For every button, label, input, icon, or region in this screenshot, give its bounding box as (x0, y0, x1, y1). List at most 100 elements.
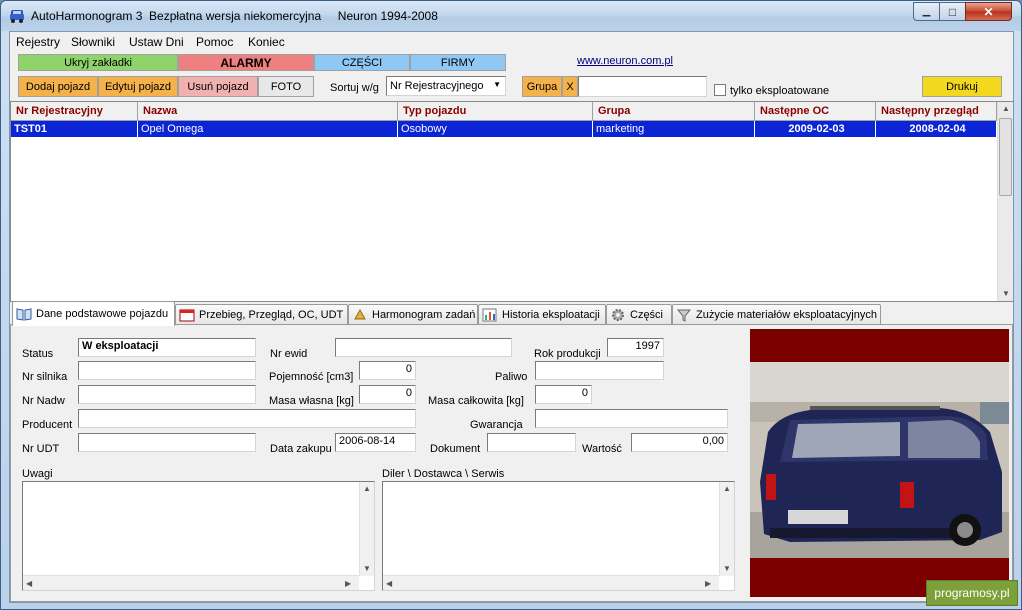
diler-memo[interactable]: ▲ ▼ ◀ ▶ (382, 481, 735, 591)
maximize-button[interactable]: □ (939, 2, 966, 21)
menu-ustaw-dni[interactable]: Ustaw Dni (129, 35, 184, 49)
tab-consumables[interactable]: Zużycie materiałów eksploatacyjnych (672, 304, 881, 325)
close-icon: ✕ (983, 4, 994, 19)
col-header-group[interactable]: Grupa (593, 102, 755, 121)
group-field[interactable] (578, 76, 707, 97)
hide-tabs-button[interactable]: Ukryj zakładki (18, 54, 178, 71)
vehicle-photo-frame[interactable] (750, 329, 1009, 597)
tab-schedule-label: Harmonogram zadań (372, 309, 476, 321)
table-row[interactable]: TST01 Opel Omega Osobowy marketing 2009-… (11, 121, 997, 137)
scroll-down-icon[interactable]: ▼ (363, 564, 371, 573)
chevron-down-icon: ▼ (493, 80, 501, 89)
gwarancja-label: Gwarancja (470, 419, 523, 431)
status-label: Status (22, 348, 54, 360)
cell-name: Opel Omega (138, 121, 398, 137)
producent-field[interactable] (78, 409, 416, 428)
tab-history[interactable]: Historia eksploatacji (478, 304, 606, 325)
menu-rejestry[interactable]: Rejestry (16, 35, 60, 49)
tab-schedule[interactable]: Harmonogram zadań (348, 304, 478, 325)
masa-wlasna-label: Masa własna [kg] (269, 395, 354, 407)
wartosc-label: Wartość (582, 443, 622, 455)
app-car-icon (9, 8, 25, 24)
menu-pomoc[interactable]: Pomoc (196, 35, 233, 49)
nr-silnika-label: Nr silnika (22, 371, 68, 383)
title-bar[interactable]: AutoHarmonogram 3 Bezpłatna wersja nieko… (1, 1, 1021, 31)
app-window: AutoHarmonogram 3 Bezpłatna wersja nieko… (0, 0, 1022, 610)
scroll-up-icon[interactable]: ▲ (723, 484, 731, 493)
data-zakupu-label: Data zakupu (270, 443, 332, 455)
bell-icon (352, 308, 368, 322)
masa-wlasna-field[interactable]: 0 (359, 385, 416, 404)
diler-hscroll[interactable]: ◀ ▶ (383, 575, 719, 590)
edit-vehicle-button[interactable]: Edytuj pojazd (98, 76, 178, 97)
scroll-left-icon[interactable]: ◀ (26, 579, 32, 588)
tab-mileage-label: Przebieg, Przegląd, OC, UDT (199, 309, 344, 321)
menu-koniec[interactable]: Koniec (248, 35, 285, 49)
cell-group: marketing (593, 121, 755, 137)
tab-basic-data[interactable]: Dane podstawowe pojazdu (12, 301, 175, 326)
col-header-next-oc[interactable]: Następne OC (755, 102, 876, 121)
nr-ewid-field[interactable] (335, 338, 512, 357)
rok-produkcji-label: Rok produkcji (534, 348, 601, 360)
col-header-reg[interactable]: Nr Rejestracyjny (11, 102, 138, 121)
col-header-next-inspection[interactable]: Następny przegląd (876, 102, 997, 121)
scroll-up-icon[interactable]: ▲ (363, 484, 371, 493)
status-field[interactable]: W eksploatacji (78, 338, 256, 357)
nr-nadw-label: Nr Nadw (22, 395, 65, 407)
dokument-field[interactable] (487, 433, 576, 452)
grid-scrollbar[interactable]: ▲ ▼ (997, 102, 1013, 301)
tab-mileage[interactable]: Przebieg, Przegląd, OC, UDT (175, 304, 348, 325)
scroll-down-icon[interactable]: ▼ (723, 564, 731, 573)
filter-icon (676, 308, 692, 322)
website-link[interactable]: www.neuron.com.pl (577, 55, 673, 67)
only-operated-checkbox[interactable] (714, 84, 726, 96)
chart-icon (482, 308, 498, 322)
firms-button[interactable]: FIRMY (410, 54, 506, 71)
cell-next-oc: 2009-02-03 (755, 121, 876, 137)
scroll-right-icon[interactable]: ▶ (345, 579, 351, 588)
gear-icon (610, 308, 626, 322)
only-operated-label: tylko eksploatowane (730, 85, 830, 97)
scroll-right-icon[interactable]: ▶ (705, 579, 711, 588)
scroll-down-icon[interactable]: ▼ (1002, 289, 1010, 298)
col-header-name[interactable]: Nazwa (138, 102, 398, 121)
wartosc-field[interactable]: 0,00 (631, 433, 728, 452)
vehicles-grid: Nr Rejestracyjny Nazwa Typ pojazdu Grupa… (10, 101, 1013, 302)
data-zakupu-field[interactable]: 2006-08-14 (335, 433, 416, 452)
nr-udt-field[interactable] (78, 433, 256, 452)
group-label-button[interactable]: Grupa (522, 76, 562, 97)
nr-udt-label: Nr UDT (22, 443, 60, 455)
uwagi-hscroll[interactable]: ◀ ▶ (23, 575, 359, 590)
parts-button[interactable]: CZĘŚCI (314, 54, 410, 71)
masa-calkowita-field[interactable]: 0 (535, 385, 592, 404)
add-vehicle-button[interactable]: Dodaj pojazd (18, 76, 98, 97)
print-button[interactable]: Drukuj (922, 76, 1002, 97)
nr-silnika-field[interactable] (78, 361, 256, 380)
uwagi-vscroll[interactable]: ▲ ▼ (359, 482, 374, 576)
delete-vehicle-button[interactable]: Usuń pojazd (178, 76, 258, 97)
alarms-button[interactable]: ALARMY (178, 54, 314, 71)
gwarancja-field[interactable] (535, 409, 728, 428)
sort-select[interactable]: Nr Rejestracyjnego ▼ (386, 76, 506, 96)
nr-nadw-field[interactable] (78, 385, 256, 404)
scroll-left-icon[interactable]: ◀ (386, 579, 392, 588)
calendar-icon (179, 308, 195, 322)
scroll-thumb[interactable] (999, 118, 1012, 196)
close-button[interactable]: ✕ (965, 2, 1012, 21)
nr-ewid-label: Nr ewid (270, 348, 308, 360)
rok-produkcji-field[interactable]: 1997 (607, 338, 664, 357)
col-header-type[interactable]: Typ pojazdu (398, 102, 593, 121)
photo-button[interactable]: FOTO (258, 76, 314, 97)
group-clear-button[interactable]: X (562, 76, 578, 97)
diler-vscroll[interactable]: ▲ ▼ (719, 482, 734, 576)
maximize-icon: □ (948, 4, 957, 19)
diler-label: Diler \ Dostawca \ Serwis (382, 468, 505, 480)
pojemnosc-label: Pojemność [cm3] (269, 371, 354, 383)
paliwo-field[interactable] (535, 361, 664, 380)
scroll-up-icon[interactable]: ▲ (1002, 104, 1010, 113)
tab-parts[interactable]: Części (606, 304, 672, 325)
menu-slowniki[interactable]: Słowniki (71, 35, 115, 49)
pojemnosc-field[interactable]: 0 (359, 361, 416, 380)
minimize-button[interactable]: ▁ (913, 2, 940, 21)
uwagi-memo[interactable]: ▲ ▼ ◀ ▶ (22, 481, 375, 591)
